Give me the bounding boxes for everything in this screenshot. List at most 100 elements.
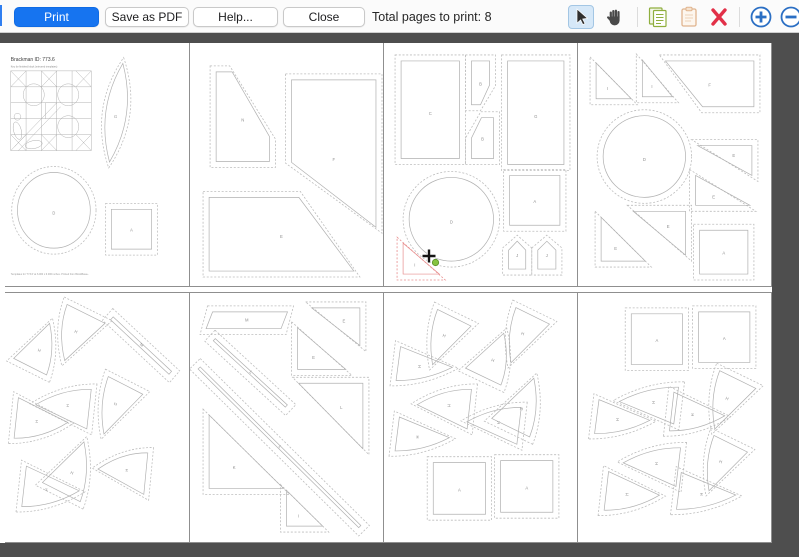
page-8-svg[interactable]: A A H H H H H H H H (578, 293, 771, 542)
page-8[interactable]: A A H H H H H H H H (578, 292, 772, 543)
page-4[interactable]: I I F D E E E E A (578, 43, 772, 287)
pan-hand-tool[interactable] (602, 5, 628, 29)
template-H[interactable]: H (43, 296, 114, 377)
page-5[interactable]: H H M H H H H H H (5, 292, 190, 543)
page-2[interactable]: N F E (190, 43, 384, 287)
template-H[interactable]: H (616, 442, 688, 494)
template-H[interactable]: H (5, 308, 70, 383)
template-I[interactable]: I (589, 55, 639, 106)
template-H[interactable]: H (83, 368, 151, 450)
template-H[interactable]: H (410, 383, 478, 436)
page-1-svg[interactable]: Brackman ID: 773.6 Key for finished bloc… (5, 43, 189, 286)
template-H[interactable]: H (456, 318, 525, 394)
template-K[interactable]: K (202, 408, 291, 495)
template-label: A (533, 199, 536, 204)
template-A[interactable]: A (494, 454, 560, 519)
template-E[interactable]: E (291, 320, 353, 376)
template-H[interactable]: H (15, 459, 86, 513)
template-A[interactable]: A (503, 169, 567, 232)
template-G[interactable]: G (501, 54, 571, 171)
template-H[interactable]: H (490, 299, 558, 378)
template-E[interactable]: E (690, 139, 759, 183)
template-A[interactable]: A (693, 223, 755, 281)
template-B[interactable]: B (465, 111, 501, 165)
template-label: D (450, 220, 453, 225)
template-A[interactable]: A (692, 305, 757, 369)
template-H[interactable]: H (693, 362, 765, 445)
template-H[interactable]: H (388, 410, 457, 457)
template-label: I (298, 513, 299, 518)
template-L[interactable]: L (291, 376, 370, 456)
template-A[interactable]: A (624, 307, 689, 371)
template-D[interactable]: D (11, 166, 97, 255)
template-label: H (654, 462, 659, 465)
template-label: J (546, 253, 548, 258)
template-N[interactable]: N (209, 65, 276, 168)
template-D[interactable]: D (596, 109, 692, 204)
copy-pages-tool[interactable] (645, 5, 671, 29)
template-label: A (130, 227, 133, 232)
page-3-svg[interactable]: C B B G D A J J I (384, 43, 577, 286)
page-3[interactable]: C B B G D A J J I (384, 43, 578, 287)
template-L[interactable]: L (190, 357, 370, 537)
template-A[interactable]: A (426, 456, 492, 521)
help-button[interactable]: Help... (193, 7, 278, 27)
template-C[interactable]: C (394, 54, 466, 165)
template-H[interactable]: H (482, 362, 556, 445)
template-H[interactable]: H (29, 383, 98, 436)
zoom-out-tool[interactable] (778, 5, 799, 29)
page-4-svg[interactable]: I I F D E E E E A (578, 43, 771, 286)
template-label: L (340, 405, 343, 410)
template-H[interactable]: H (597, 465, 667, 516)
page-7-svg[interactable]: HHHHHHHHA A (384, 293, 577, 542)
zoom-in-icon (750, 6, 772, 28)
template-label: A (525, 485, 528, 490)
delete-tool[interactable] (706, 5, 732, 29)
save-as-pdf-button[interactable]: Save as PDF (105, 7, 189, 27)
template-F[interactable]: F (285, 73, 383, 235)
template-L[interactable]: L (204, 329, 297, 417)
page-2-svg[interactable]: N F E (190, 43, 383, 286)
template-I[interactable]: I (280, 483, 330, 533)
paste-clipboard-tool[interactable] (676, 5, 702, 29)
template-E[interactable]: E (304, 301, 367, 353)
template-G[interactable]: G (95, 55, 137, 169)
template-label: H (417, 365, 422, 368)
template-A[interactable]: A (105, 202, 158, 256)
page-1[interactable]: Brackman ID: 773.6 Key for finished bloc… (5, 43, 190, 287)
print-preview-area: Brackman ID: 773.6 Key for finished bloc… (0, 33, 799, 557)
template-H[interactable]: H (588, 393, 657, 440)
select-arrow-tool[interactable] (568, 5, 594, 29)
template-H[interactable]: H (662, 385, 732, 437)
template-label: C (429, 111, 432, 116)
template-J[interactable]: J (531, 234, 563, 276)
zoom-in-tool[interactable] (748, 5, 774, 29)
template-J[interactable]: J (502, 234, 533, 276)
toolbar-separator (637, 7, 638, 27)
template-M[interactable]: M (101, 307, 181, 384)
close-button[interactable]: Close (283, 7, 365, 27)
template-label: A (723, 336, 726, 341)
pages-row-1: Brackman ID: 773.6 Key for finished bloc… (5, 43, 772, 287)
page-6-svg[interactable]: M EELLLKI (190, 293, 383, 542)
template-H[interactable]: H (91, 447, 154, 501)
page-5-svg[interactable]: H H M H H H H H H (5, 293, 189, 542)
template-H[interactable]: H (389, 340, 460, 387)
template-label: E (712, 194, 715, 199)
print-button[interactable]: Print (14, 7, 99, 27)
copy-pages-icon (648, 7, 667, 28)
window-edge-artifact (0, 5, 2, 26)
template-E[interactable]: E (689, 168, 758, 212)
template-B[interactable]: B (465, 54, 496, 112)
template-F[interactable]: F (658, 54, 761, 114)
template-D[interactable]: D (402, 171, 501, 268)
page-7[interactable]: HHHHHHHHAA (384, 292, 578, 543)
template-label: K (233, 465, 236, 470)
cursor-plus-badge (431, 258, 440, 267)
template-label: H (520, 331, 525, 337)
template-M[interactable]: M (199, 305, 295, 336)
template-E[interactable]: E (202, 190, 361, 278)
template-label: H (74, 329, 78, 335)
page-6[interactable]: MEELLLKI (190, 292, 384, 543)
template-label: B (479, 81, 482, 86)
